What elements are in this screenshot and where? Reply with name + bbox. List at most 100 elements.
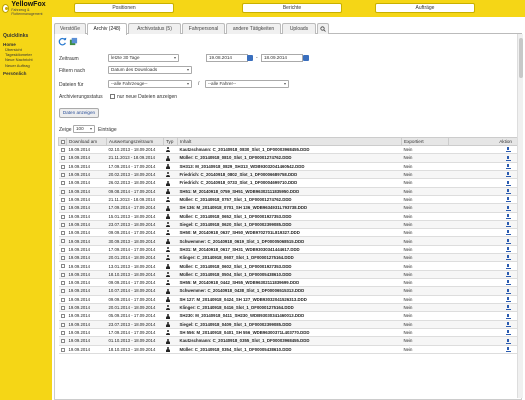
row-checkbox[interactable] (60, 231, 65, 236)
row-checkbox[interactable] (60, 164, 65, 169)
download-icon[interactable] (505, 172, 511, 178)
row-checkbox[interactable] (60, 305, 65, 310)
table-row[interactable]: 19.09.2014 02.10.2013 - 18.09.2014 Kautzsc… (58, 145, 521, 155)
tab-uploads[interactable]: Uploads (282, 23, 316, 34)
download-icon[interactable] (505, 155, 511, 161)
row-checkbox[interactable] (60, 322, 65, 327)
download-icon[interactable] (505, 346, 511, 352)
table-row[interactable]: 19.09.2014 09.08.2014 - 17.09.2014 SH51: M… (58, 187, 521, 196)
row-checkbox-cell[interactable] (58, 295, 67, 304)
download-icon[interactable] (505, 238, 511, 244)
row-checkbox[interactable] (60, 347, 65, 352)
tab-search-icon[interactable] (317, 23, 329, 34)
download-icon[interactable] (505, 163, 511, 169)
download-icon[interactable] (505, 222, 511, 228)
row-checkbox-cell[interactable] (58, 195, 67, 205)
row-checkbox[interactable] (60, 289, 65, 294)
row-checkbox[interactable] (60, 330, 65, 335)
row-checkbox-cell[interactable] (58, 278, 67, 288)
row-checkbox-cell[interactable] (58, 153, 67, 163)
row-checkbox-cell[interactable] (58, 311, 67, 321)
table-row[interactable]: 19.09.2014 17.09.2014 - 17.09.2014 SH 556:… (58, 328, 521, 338)
download-icon[interactable] (505, 230, 511, 236)
sidebar-section-persoenlich[interactable]: Persönlich (3, 71, 52, 76)
row-checkbox-cell[interactable] (58, 236, 67, 246)
table-row[interactable]: 19.09.2014 23.07.2013 - 18.09.2014 Siegel:… (58, 220, 521, 230)
zeitraum-select[interactable]: letzte 30 Tage (108, 54, 179, 62)
table-row[interactable]: 19.09.2014 18.10.2013 - 18.09.2014 Müller:… (58, 270, 521, 280)
download-icon[interactable] (505, 296, 511, 302)
select-all-header[interactable] (58, 137, 67, 146)
table-row[interactable]: 19.09.2014 05.09.2014 - 17.09.2014 SH230: … (58, 311, 521, 321)
sidebar-item-neuer-auftrag[interactable]: Neuer Auftrag (5, 63, 52, 68)
nur-neue-dateien-checkbox[interactable] (110, 94, 115, 99)
download-icon[interactable] (505, 205, 511, 211)
row-checkbox-cell[interactable] (58, 162, 67, 171)
row-checkbox[interactable] (60, 197, 65, 202)
date-to-input[interactable]: 18.09.2014 (261, 54, 303, 62)
download-icon[interactable] (505, 263, 511, 269)
row-checkbox-cell[interactable] (58, 212, 67, 221)
row-checkbox[interactable] (60, 297, 65, 302)
download-icon[interactable] (505, 180, 511, 186)
row-checkbox[interactable] (60, 281, 65, 286)
table-row[interactable]: 19.09.2014 20.02.2013 - 18.09.2014 Friedri… (58, 170, 521, 180)
table-row[interactable]: 19.09.2014 17.09.2014 - 17.09.2014 SH313: … (58, 162, 521, 171)
download-icon[interactable] (505, 255, 511, 261)
download-icon[interactable] (505, 197, 511, 203)
row-checkbox-cell[interactable] (58, 320, 67, 329)
table-row[interactable]: 19.09.2014 21.11.2013 - 18.09.2014 Müller:… (58, 195, 521, 205)
row-checkbox-cell[interactable] (58, 270, 67, 280)
row-checkbox-cell[interactable] (58, 261, 67, 271)
table-row[interactable]: 19.09.2014 17.09.2014 - 17.09.2014 SH 136:… (58, 203, 521, 213)
row-checkbox-cell[interactable] (58, 253, 67, 263)
download-icon[interactable] (505, 247, 511, 253)
row-checkbox[interactable] (60, 181, 65, 186)
row-checkbox-cell[interactable] (58, 178, 67, 188)
table-row[interactable]: 19.09.2014 01.10.2013 - 18.09.2014 Kautzsc… (58, 336, 521, 346)
row-checkbox-cell[interactable] (58, 170, 67, 180)
row-checkbox[interactable] (60, 156, 65, 161)
tab-fahrpersonal[interactable]: Fahrpersonal (182, 23, 225, 34)
table-row[interactable]: 19.09.2014 09.09.2014 - 17.09.2014 SH 127:… (58, 295, 521, 304)
logo[interactable]: YellowFox Fahrzeug & Flottenmanagement (2, 1, 50, 16)
date-from-input[interactable]: 19.08.2014 (206, 54, 248, 62)
table-row[interactable]: 19.09.2014 23.07.2013 - 18.09.2014 Siegel:… (58, 320, 521, 329)
refresh-icon[interactable] (58, 37, 67, 46)
row-checkbox-cell[interactable] (58, 336, 67, 346)
download-icon[interactable] (505, 321, 511, 327)
table-row[interactable]: 19.09.2014 30.09.2013 - 18.09.2014 Schwemm… (58, 236, 521, 246)
row-checkbox[interactable] (60, 247, 65, 252)
table-row[interactable]: 19.09.2014 18.10.2013 - 18.09.2014 Müller:… (58, 345, 521, 354)
tab-andere-taetigkeiten[interactable]: andere Tätigkeiten (226, 23, 281, 34)
select-all-checkbox[interactable] (61, 139, 65, 144)
row-checkbox[interactable] (60, 272, 65, 277)
header-auswertungszeitraum[interactable]: Auswertungszeitraum (106, 137, 164, 146)
header-inhalt[interactable]: Inhalt (177, 137, 402, 146)
download-icon[interactable] (505, 305, 511, 311)
row-checkbox-cell[interactable] (58, 328, 67, 338)
download-icon[interactable] (505, 213, 511, 219)
table-row[interactable]: 19.09.2014 10.07.2014 - 18.09.2014 Schwemm… (58, 286, 521, 296)
row-checkbox-cell[interactable] (58, 345, 67, 354)
table-row[interactable]: 19.09.2014 09.09.2014 - 17.09.2014 SH55: M… (58, 278, 521, 288)
download-icon[interactable] (505, 272, 511, 278)
calendar-to-icon[interactable] (303, 55, 309, 61)
vehicles-select[interactable]: --alle Fahrzeuge-- (108, 80, 192, 88)
row-checkbox-cell[interactable] (58, 303, 67, 313)
row-checkbox[interactable] (60, 256, 65, 261)
table-row[interactable]: 19.09.2014 20.01.2014 - 18.09.2014 Klinger… (58, 303, 521, 313)
nav-berichte-button[interactable]: Berichte (242, 3, 342, 13)
download-icon[interactable] (505, 288, 511, 294)
download-icon[interactable] (505, 330, 511, 336)
page-scrollbar[interactable] (517, 34, 523, 398)
export-icon[interactable] (69, 37, 78, 46)
scrollbar-thumb[interactable] (519, 38, 523, 78)
download-icon[interactable] (505, 280, 511, 286)
row-checkbox-cell[interactable] (58, 203, 67, 213)
row-checkbox[interactable] (60, 222, 65, 227)
row-checkbox-cell[interactable] (58, 286, 67, 296)
nav-positionen-button[interactable]: Positionen (74, 3, 174, 13)
row-checkbox[interactable] (60, 314, 65, 319)
row-checkbox[interactable] (60, 339, 65, 344)
